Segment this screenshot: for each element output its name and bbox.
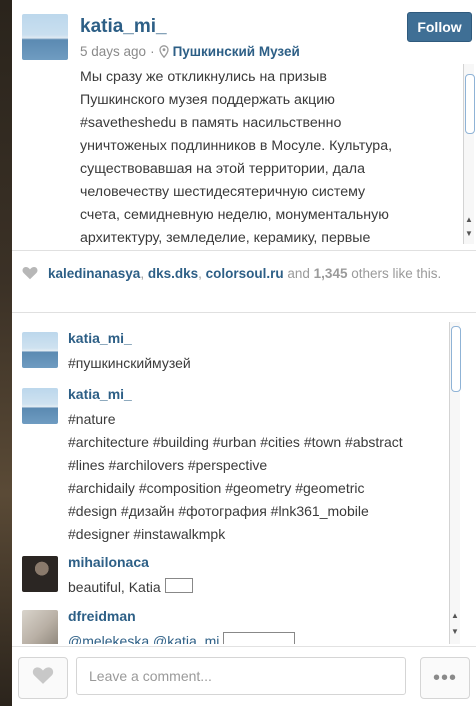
heart-icon bbox=[32, 666, 54, 690]
emoji-placeholder-icon bbox=[164, 578, 193, 593]
comment-item: katia_mi_ #nature #architecture #buildin… bbox=[22, 384, 462, 550]
comment-input[interactable] bbox=[76, 657, 406, 695]
mention-link[interactable]: @melekeska bbox=[68, 633, 149, 644]
comment-username[interactable]: mihailonaca bbox=[68, 554, 149, 570]
comment-username[interactable]: dfreidman bbox=[68, 608, 136, 624]
comment-username[interactable]: katia_mi_ bbox=[68, 386, 132, 402]
likes-line: kaledinanasya, dks.dks, colorsoul.ru and… bbox=[22, 264, 467, 286]
likes-separator: , bbox=[140, 266, 148, 281]
more-options-button[interactable]: ••• bbox=[420, 657, 470, 699]
comments-scrollbar[interactable]: ▲ ▼ bbox=[449, 322, 461, 644]
comment-item: dfreidman @melekeska @katia_mi bbox=[22, 606, 462, 644]
meta-separator: · bbox=[150, 44, 155, 59]
comment-text: @melekeska @katia_mi bbox=[68, 630, 460, 644]
post-meta: 5 days ago · Пушкинский Музей bbox=[80, 44, 300, 59]
like-button[interactable] bbox=[18, 657, 68, 699]
liker-2[interactable]: dks.dks bbox=[148, 266, 198, 281]
caption-scroll-thumb[interactable] bbox=[465, 74, 475, 134]
divider bbox=[12, 312, 476, 313]
likes-suffix: others like this. bbox=[347, 266, 442, 281]
divider bbox=[12, 250, 476, 251]
avatar[interactable] bbox=[22, 332, 58, 368]
comment-text: #nature #architecture #building #urban #… bbox=[68, 411, 403, 542]
avatar[interactable] bbox=[22, 610, 58, 644]
comments-scroll-thumb[interactable] bbox=[451, 326, 461, 392]
mention-link[interactable]: @katia_mi bbox=[153, 633, 219, 644]
comment-item: mihailonaca beautiful, Katia bbox=[22, 552, 462, 604]
comment-item: katia_mi_ #пушкинскиймузей bbox=[22, 328, 462, 378]
location-pin-icon bbox=[158, 45, 169, 58]
avatar[interactable] bbox=[22, 14, 68, 60]
scroll-down-arrow-icon[interactable]: ▼ bbox=[465, 230, 473, 238]
post-location[interactable]: Пушкинский Музей bbox=[173, 44, 300, 59]
post-username[interactable]: katia_mi_ bbox=[80, 16, 167, 38]
comments-list: katia_mi_ #пушкинскиймузей katia_mi_ #na… bbox=[12, 322, 462, 644]
liker-1[interactable]: kaledinanasya bbox=[48, 266, 140, 281]
post-caption: Мы сразу же откликнулись на призыв Пушки… bbox=[80, 69, 393, 246]
likes-and: and bbox=[283, 266, 314, 281]
heart-icon bbox=[22, 266, 38, 286]
likes-separator: , bbox=[198, 266, 206, 281]
background-photo-edge bbox=[0, 0, 12, 706]
comment-text: beautiful, Katia bbox=[68, 576, 460, 599]
comment-text-body: beautiful, Katia bbox=[68, 579, 161, 595]
avatar[interactable] bbox=[22, 388, 58, 424]
comment-username[interactable]: katia_mi_ bbox=[68, 330, 132, 346]
scroll-up-arrow-icon[interactable]: ▲ bbox=[465, 216, 473, 224]
post-header: katia_mi_ Follow 5 days ago · Пушкинский… bbox=[12, 0, 476, 250]
liker-3[interactable]: colorsoul.ru bbox=[206, 266, 284, 281]
emoji-placeholder-icon bbox=[223, 632, 296, 644]
comment-text: #пушкинскиймузей bbox=[68, 355, 191, 371]
post-time[interactable]: 5 days ago bbox=[80, 44, 146, 59]
avatar[interactable] bbox=[22, 556, 58, 592]
scroll-up-arrow-icon[interactable]: ▲ bbox=[451, 612, 459, 620]
follow-button[interactable]: Follow bbox=[407, 12, 472, 42]
likes-count[interactable]: 1,345 bbox=[314, 266, 348, 281]
comment-bar: ••• bbox=[12, 646, 476, 707]
caption-scrollbar[interactable]: ▲ ▼ bbox=[463, 64, 475, 244]
post-panel: katia_mi_ Follow 5 days ago · Пушкинский… bbox=[12, 0, 476, 706]
scroll-down-arrow-icon[interactable]: ▼ bbox=[451, 628, 459, 636]
